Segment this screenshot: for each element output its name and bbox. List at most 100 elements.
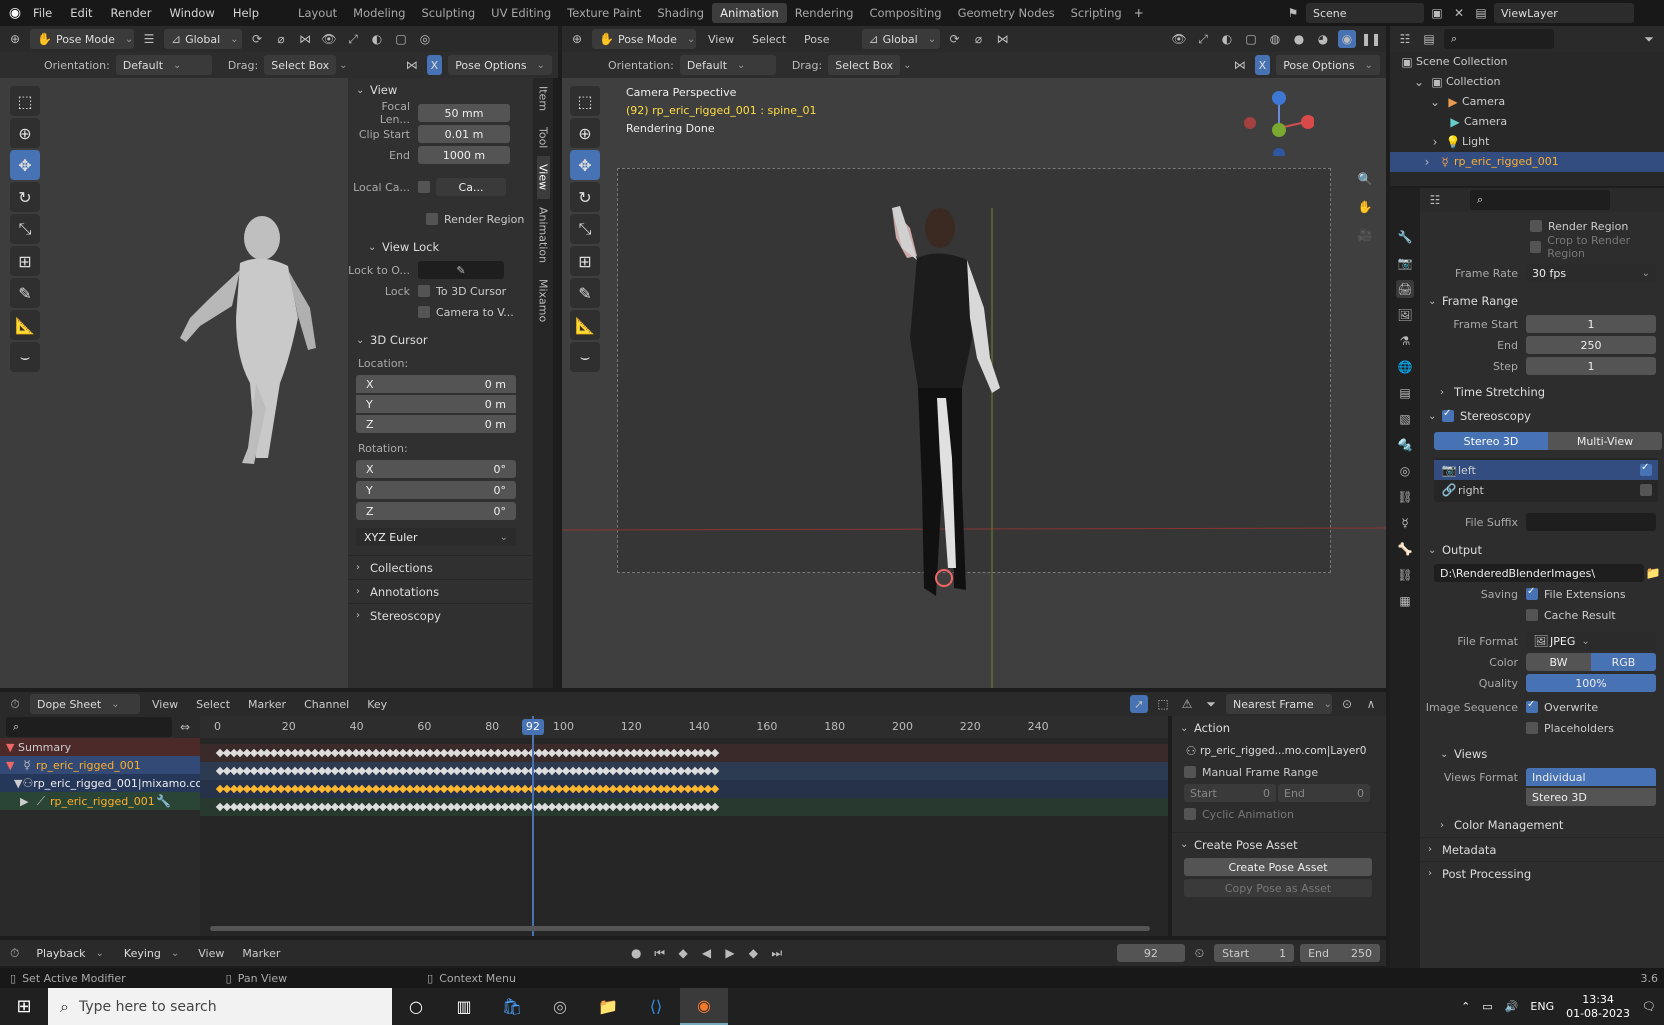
drag-selector[interactable]: Select Box — [828, 55, 901, 75]
tab-sculpting[interactable]: Sculpting — [413, 0, 483, 26]
volume-icon[interactable]: 🔊 — [1505, 1000, 1519, 1013]
physics-tab-icon[interactable]: ◎ — [1396, 462, 1414, 480]
menu-window[interactable]: Window — [160, 0, 223, 26]
manual-frame-range-checkbox[interactable] — [1184, 766, 1196, 778]
chevron-up-icon[interactable]: ⌃ — [1461, 1000, 1470, 1013]
outliner-search[interactable]: ⌕ — [1444, 29, 1554, 49]
only-selected-icon[interactable]: ➚ — [1130, 695, 1148, 713]
windows-start-icon[interactable]: ⊞ — [0, 988, 48, 1025]
transform-orientation[interactable]: ⊿ Global — [861, 29, 940, 49]
tab-scripting[interactable]: Scripting — [1063, 0, 1130, 26]
snap-icon[interactable]: ⌀ — [272, 30, 290, 48]
blender-taskbar-icon[interactable]: ◉ — [680, 988, 728, 1025]
tab-shading[interactable]: Shading — [649, 0, 712, 26]
menu-render[interactable]: Render — [102, 0, 161, 26]
channel-search[interactable]: ⌕ — [6, 717, 172, 737]
bone-tab-icon[interactable]: 🦴 — [1396, 540, 1414, 558]
keyframe[interactable] — [710, 766, 720, 776]
camera-viewport[interactable]: ⬚ ⊕ ✥ ↻ ⤡ ⊞ ✎ 📐 ⌣ Camera Perspective (92… — [562, 78, 1386, 688]
local-camera-field[interactable]: Ca... — [436, 178, 506, 196]
action-name[interactable]: rp_eric_rigged...mo.com|Layer0 — [1200, 745, 1366, 757]
wireframe-shading-icon[interactable]: ◍ — [1266, 30, 1284, 48]
x-mirror-toggle[interactable]: X — [1254, 55, 1271, 75]
outliner-item[interactable]: ⌄ ▶ Camera — [1398, 92, 1664, 112]
channel-object[interactable]: ▼ ☿ rp_eric_rigged_001 — [0, 756, 200, 774]
drag-selector[interactable]: Select Box — [264, 55, 337, 75]
channel-action[interactable]: ▼ ⚇ rp_eric_rigged_001|mixamo.co — [0, 774, 202, 792]
render-tab-icon[interactable]: 📷 — [1396, 254, 1414, 272]
menu-pose[interactable]: Pose — [798, 33, 835, 46]
section-stereoscopy[interactable]: › Stereoscopy — [348, 603, 533, 627]
orientation-selector[interactable]: Default — [115, 55, 212, 75]
next-keyframe-icon[interactable]: ◆ — [745, 944, 762, 962]
file-extensions-checkbox[interactable] — [1526, 586, 1538, 600]
measure-tool[interactable]: 📐 — [570, 310, 600, 340]
editor-type-icon[interactable]: ⊕ — [568, 30, 586, 48]
section-views[interactable]: ⌄ Views — [1420, 742, 1664, 766]
current-frame-field[interactable]: 92 — [1116, 944, 1185, 962]
views-individual-button[interactable]: Individual — [1526, 768, 1656, 786]
cursor-tool[interactable]: ⊕ — [570, 118, 600, 148]
horizontal-scrollbar[interactable] — [210, 926, 1150, 931]
tab-geometry-nodes[interactable]: Geometry Nodes — [950, 0, 1063, 26]
collection-tab-icon[interactable]: ▤ — [1396, 384, 1414, 402]
tab-animation[interactable]: Animation — [537, 199, 550, 271]
properties-search[interactable]: ⌕ — [1470, 190, 1610, 210]
menu-key[interactable]: Key — [361, 698, 393, 711]
task-view-icon[interactable]: ▥ — [440, 988, 488, 1025]
outliner-item[interactable]: ⌄ ▣ Collection — [1398, 72, 1664, 92]
pose-options-button[interactable]: Pose Options — [448, 55, 552, 75]
bone-constraint-tab-icon[interactable]: ⛓ — [1396, 566, 1414, 584]
tab-texture-paint[interactable]: Texture Paint — [559, 0, 649, 26]
section-3d-cursor[interactable]: ⌄ 3D Cursor — [348, 328, 533, 352]
network-icon[interactable]: ▭ — [1482, 1000, 1492, 1013]
add-workspace-icon[interactable]: + — [1130, 4, 1148, 22]
tab-view[interactable]: View — [536, 156, 550, 199]
relax-tool[interactable]: ⌣ — [10, 342, 40, 372]
material-shading-icon[interactable]: ◕ — [1314, 30, 1332, 48]
tool-tab-icon[interactable]: 🔧 — [1396, 228, 1414, 246]
pose-options-button[interactable]: Pose Options — [1276, 55, 1380, 75]
menu-file[interactable]: File — [24, 0, 61, 26]
cursor-rot-x[interactable]: X 0° — [356, 460, 516, 478]
x-mirror-toggle[interactable]: X — [426, 55, 443, 75]
mode-selector[interactable]: ✋ Pose Mode — [592, 29, 696, 49]
quality-slider[interactable]: 100% — [1526, 674, 1656, 692]
timeline-editor-icon[interactable]: ⏱ — [6, 944, 23, 962]
menu-view[interactable]: View — [702, 33, 740, 46]
zoom-icon[interactable]: 🔍 — [1356, 170, 1374, 188]
multi-view-button[interactable]: Multi-View — [1548, 432, 1662, 450]
frame-rate-select[interactable]: 30 fps — [1526, 264, 1656, 282]
scene-selector[interactable]: Scene — [1306, 3, 1424, 23]
section-post-processing[interactable]: › Post Processing — [1420, 861, 1664, 885]
menu-view[interactable]: View — [146, 698, 184, 711]
color-rgb-button[interactable]: RGB — [1591, 653, 1656, 671]
stereoscopy-checkbox[interactable] — [1442, 408, 1454, 422]
view-layer-tab-icon[interactable]: 🖼 — [1396, 306, 1414, 324]
close-scene-icon[interactable]: ✕ — [1450, 4, 1468, 22]
section-stereoscopy[interactable]: ⌄ Stereoscopy — [1420, 404, 1664, 428]
focal-length-field[interactable]: 50 mm — [418, 104, 510, 122]
view-left-checkbox[interactable] — [1640, 462, 1652, 476]
cursor-rot-z[interactable]: Z 0° — [356, 502, 516, 520]
tab-modeling[interactable]: Modeling — [345, 0, 413, 26]
section-metadata[interactable]: › Metadata — [1420, 837, 1664, 861]
scale-tool[interactable]: ⤡ — [10, 214, 40, 244]
dopesheet-mode-select[interactable]: Dope Sheet — [30, 694, 140, 714]
camera-view-icon[interactable]: 🎥 — [1356, 226, 1374, 244]
clock[interactable]: 13:34 01-08-2023 — [1566, 993, 1630, 1021]
timeline-end-field[interactable]: End 250 — [1300, 944, 1380, 962]
xmirror-icon[interactable]: ⋈ — [1231, 56, 1249, 74]
output-tab-icon[interactable]: 🖨 — [1396, 280, 1414, 298]
measure-tool[interactable]: 📐 — [10, 310, 40, 340]
lock-to-object-field[interactable]: ✎ — [418, 261, 504, 279]
keying-menu[interactable]: Keying — [117, 943, 186, 963]
mode-selector[interactable]: ✋ Pose Mode — [30, 29, 134, 49]
frame-start-field[interactable]: 1 — [1526, 315, 1656, 333]
playback-menu[interactable]: Playback — [29, 943, 110, 963]
interpolation-icon[interactable]: ∧ — [1362, 695, 1380, 713]
transform-tool[interactable]: ⊞ — [570, 246, 600, 276]
proportional-icon[interactable]: ⋈ — [994, 30, 1012, 48]
filter-icon[interactable]: ⏷ — [1202, 695, 1220, 713]
move-tool[interactable]: ✥ — [570, 150, 600, 180]
